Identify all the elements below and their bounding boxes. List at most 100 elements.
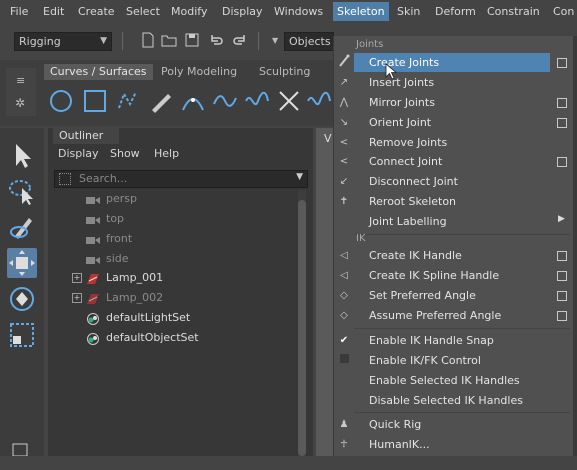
menu-item-quick-rig[interactable]: ♟ Quick Rig [334,415,574,434]
menu-windows[interactable]: Windows [274,5,323,18]
nurbs-square-icon[interactable] [82,88,108,114]
objects-dropdown[interactable]: Objects [284,32,334,51]
arc-tool-icon[interactable] [180,88,206,114]
shelf-tab-sculpting[interactable]: Sculpting [253,64,316,80]
menu-con[interactable]: Con [553,5,574,18]
option-box-icon[interactable] [557,251,567,261]
disconnect-joint-icon: ↙ [339,176,349,187]
menu-item-label: Joint Labelling [369,215,447,228]
gear-icon[interactable]: ✲ [15,96,25,110]
submenu-arrow-icon: ▶ [558,214,565,224]
option-box-icon[interactable] [557,271,567,281]
shelf-menu-icon[interactable]: ≡ [16,74,25,87]
menu-item-enable-ik-handle-snap[interactable]: ✔ Enable IK Handle Snap [334,331,574,350]
menu-modify[interactable]: Modify [171,5,207,18]
outliner-row-side[interactable]: side [48,249,298,269]
option-box-icon[interactable] [557,291,567,301]
outliner-row-front[interactable]: front [48,229,298,249]
scale-tool-icon[interactable] [7,320,37,350]
menu-create[interactable]: Create [78,5,115,18]
menu-item-mirror-joints[interactable]: ⋀ Mirror Joints [334,93,574,112]
cv-curve-icon[interactable] [116,88,142,114]
outliner-row-lamp-002[interactable]: + Lamp_002 [48,288,298,308]
option-box-icon[interactable] [557,58,567,68]
menu-edit[interactable]: Edit [43,5,64,18]
paint-select-icon[interactable] [7,212,37,242]
mode-dropdown[interactable]: Rigging ▼ [14,32,112,51]
outliner-row-label: side [106,252,129,265]
menu-skeleton[interactable]: Skeleton [333,2,389,21]
last-tool-icon[interactable] [7,440,37,470]
menu-item-disable-selected-ik-handles[interactable]: Disable Selected IK Handles [334,391,574,410]
outliner-search-input[interactable]: Search... ▼ [54,170,308,188]
menu-display[interactable]: Display [222,5,263,18]
outliner-menu-show[interactable]: Show [110,147,140,160]
menu-item-create-ik-spline-handle[interactable]: ◁ Create IK Spline Handle [334,266,574,285]
menu-item-connect-joint[interactable]: < Connect Joint [334,152,574,171]
shelf-tab-curves-surfaces[interactable]: Curves / Surfaces [44,64,153,80]
scrollbar-thumb[interactable] [298,200,306,456]
preferred-angle-icon: ◇ [340,290,348,301]
menu-deform[interactable]: Deform [435,5,476,18]
outliner-tab[interactable]: Outliner [53,128,119,144]
menu-item-humanik[interactable]: ☥ HumanIK... [334,435,574,454]
move-tool-icon[interactable] [7,248,37,278]
new-scene-icon[interactable] [140,32,156,48]
menu-item-disconnect-joint[interactable]: ↙ Disconnect Joint [334,172,574,191]
option-box-icon[interactable] [557,157,567,167]
menu-item-label: Set Preferred Angle [369,289,476,302]
search-options-icon[interactable] [59,173,71,185]
menu-item-create-ik-handle[interactable]: ◁ Create IK Handle [334,246,574,265]
menu-item-assume-preferred-angle[interactable]: ◇ Assume Preferred Angle [334,306,574,325]
menu-item-label: Create IK Handle [369,249,462,262]
menu-item-enable-ik-fk-control[interactable]: Enable IK/FK Control [334,351,574,370]
outliner-scrollbar[interactable] [298,190,306,456]
outliner-row-lamp-001[interactable]: + Lamp_001 [48,268,298,288]
wave-curve-icon[interactable] [244,88,270,114]
save-scene-icon[interactable] [184,32,200,48]
outliner-row-top[interactable]: top [48,209,298,229]
lasso-tool-icon[interactable] [7,176,37,206]
menu-item-remove-joints[interactable]: < Remove Joints [334,133,574,152]
menu-item-orient-joint[interactable]: ↘ Orient Joint [334,113,574,132]
option-box-icon[interactable] [557,98,567,108]
outliner-menu-help[interactable]: Help [154,147,179,160]
nurbs-circle-icon[interactable] [48,88,74,114]
fillet-curve-icon[interactable] [306,88,332,114]
menu-item-joint-labelling[interactable]: Joint Labelling ▶ [334,212,574,231]
open-scene-icon[interactable] [161,32,177,48]
expand-icon[interactable]: + [72,273,82,283]
shelf-tab-poly-modeling[interactable]: Poly Modeling [155,64,243,80]
cut-curve-icon[interactable] [276,88,302,114]
main-menubar: File Edit Create Select Modify Display W… [0,0,577,24]
redo-icon[interactable] [232,32,248,48]
undo-icon[interactable] [208,32,224,48]
checkbox-unchecked-icon [338,354,350,367]
option-box-icon[interactable] [557,118,567,128]
menu-item-reroot-skeleton[interactable]: ✝ Reroot Skeleton [334,192,574,211]
menu-skin[interactable]: Skin [397,5,420,18]
menu-file[interactable]: File [10,5,28,18]
rotate-tool-icon[interactable] [7,284,37,314]
bezier-curve-icon[interactable] [212,88,238,114]
select-tool-icon[interactable] [7,140,37,170]
outliner-row-default-object-set[interactable]: defaultObjectSet [48,328,298,348]
menu-item-insert-joints[interactable]: ↗ Insert Joints [334,73,574,92]
expand-icon[interactable]: + [72,293,82,303]
divider [354,412,570,413]
chevron-down-icon[interactable]: ▼ [296,172,303,182]
menu-select[interactable]: Select [126,5,160,18]
chevron-down-icon[interactable]: ▼ [272,36,278,45]
menu-item-set-preferred-angle[interactable]: ◇ Set Preferred Angle [334,286,574,305]
outliner-row-persp[interactable]: persp [48,189,298,209]
outliner-row-default-light-set[interactable]: defaultLightSet [48,308,298,328]
menu-constrain[interactable]: Constrain [487,5,540,18]
outliner-menu-display[interactable]: Display [58,147,99,160]
menu-item-label: Disable Selected IK Handles [369,394,523,407]
menu-item-create-joints[interactable]: Create Joints [354,53,550,72]
menu-item-enable-selected-ik-handles[interactable]: Enable Selected IK Handles [334,371,574,390]
viewport-panel[interactable]: V [316,128,334,456]
option-box-icon[interactable] [557,311,567,321]
pencil-curve-icon[interactable] [148,88,174,114]
checkmark-icon: ✔ [339,335,349,346]
